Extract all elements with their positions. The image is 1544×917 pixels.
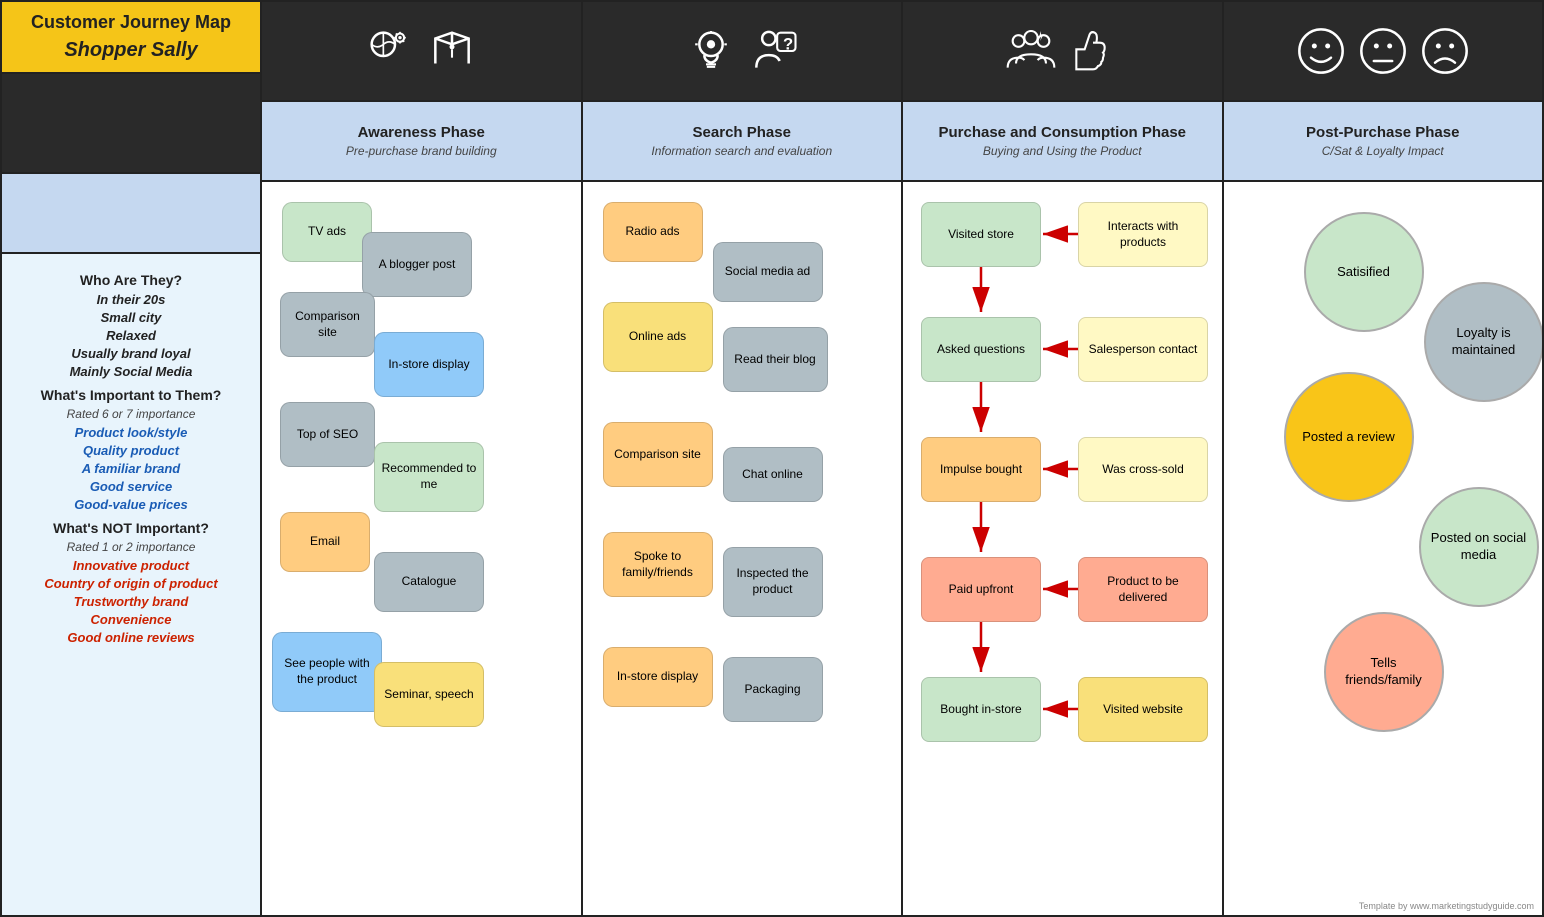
awareness-phase-title: Awareness Phase bbox=[274, 124, 569, 141]
touchpoint-card: Spoke to family/friends bbox=[603, 532, 713, 597]
purchase-card: Paid upfront bbox=[921, 557, 1041, 622]
awareness-icon-1 bbox=[365, 26, 415, 76]
neutral-face-icon bbox=[1358, 26, 1408, 76]
search-icon-2: ? bbox=[748, 26, 798, 76]
profile-phase-header bbox=[2, 174, 260, 254]
touchpoint-card: Email bbox=[280, 512, 370, 572]
profile-item-personality: Relaxed bbox=[14, 328, 248, 343]
touchpoint-card: Top of SEO bbox=[280, 402, 375, 467]
touchpoint-card: Catalogue bbox=[374, 552, 484, 612]
awareness-icons bbox=[262, 2, 581, 102]
purchase-card: Salesperson contact bbox=[1078, 317, 1208, 382]
postpurchase-circle: Tells friends/family bbox=[1324, 612, 1444, 732]
search-column: ? Search Phase Information search and ev… bbox=[583, 2, 904, 915]
purchase-card: Visited website bbox=[1078, 677, 1208, 742]
search-body: Radio adsSocial media adOnline adsRead t… bbox=[583, 182, 902, 915]
awareness-body: TV adsA blogger postComparison siteIn-st… bbox=[262, 182, 581, 915]
touchpoint-card: Radio ads bbox=[603, 202, 703, 262]
touchpoint-card: Packaging bbox=[723, 657, 823, 722]
profile-item-city: Small city bbox=[14, 310, 248, 325]
not-important-rating: Rated 1 or 2 importance bbox=[14, 540, 248, 554]
touchpoint-card: Online ads bbox=[603, 302, 713, 372]
important-item-4: Good service bbox=[14, 479, 248, 494]
search-phase-title: Search Phase bbox=[595, 124, 890, 141]
postpurchase-circle: Satisified bbox=[1304, 212, 1424, 332]
watermark: Template by www.marketingstudyguide.com bbox=[1359, 901, 1534, 911]
awareness-icon-2 bbox=[427, 26, 477, 76]
important-item-1: Product look/style bbox=[14, 425, 248, 440]
persona-name: Shopper Sally bbox=[14, 39, 248, 62]
postpurchase-body: Template by www.marketingstudyguide.com … bbox=[1224, 182, 1543, 915]
postpurchase-icons bbox=[1224, 2, 1543, 102]
purchase-phase-sub: Buying and Using the Product bbox=[915, 144, 1210, 158]
not-important-title: What's NOT Important? bbox=[14, 520, 248, 536]
purchase-icon-2 bbox=[1068, 26, 1118, 76]
search-phase-sub: Information search and evaluation bbox=[595, 144, 890, 158]
awareness-header: Awareness Phase Pre-purchase brand build… bbox=[262, 102, 581, 182]
profile-content: Who Are They? In their 20s Small city Re… bbox=[2, 254, 260, 915]
purchase-card: Visited store bbox=[921, 202, 1041, 267]
purchase-card: Product to be delivered bbox=[1078, 557, 1208, 622]
important-item-3: A familiar brand bbox=[14, 461, 248, 476]
important-rating: Rated 6 or 7 importance bbox=[14, 407, 248, 421]
touchpoint-card: Recommended to me bbox=[374, 442, 484, 512]
purchase-icons bbox=[903, 2, 1222, 102]
touchpoint-card: Comparison site bbox=[280, 292, 375, 357]
profile-item-loyalty: Usually brand loyal bbox=[14, 346, 248, 361]
postpurchase-column: Post-Purchase Phase C/Sat & Loyalty Impa… bbox=[1224, 2, 1543, 915]
profile-icon-area bbox=[2, 74, 260, 174]
purchase-icon-1 bbox=[1006, 26, 1056, 76]
postpurchase-circle: Posted a review bbox=[1284, 372, 1414, 502]
title-area: Customer Journey Map Shopper Sally bbox=[2, 2, 260, 74]
purchase-card: Bought in-store bbox=[921, 677, 1041, 742]
profile-column: Customer Journey Map Shopper Sally Who A… bbox=[2, 2, 262, 915]
touchpoint-card: Social media ad bbox=[713, 242, 823, 302]
main-title: Customer Journey Map bbox=[14, 12, 248, 33]
main-container: Customer Journey Map Shopper Sally Who A… bbox=[0, 0, 1544, 917]
awareness-phase-sub: Pre-purchase brand building bbox=[274, 144, 569, 158]
purchase-phase-title: Purchase and Consumption Phase bbox=[915, 124, 1210, 141]
postpurchase-circle: Posted on social media bbox=[1419, 487, 1539, 607]
purchase-header: Purchase and Consumption Phase Buying an… bbox=[903, 102, 1222, 182]
awareness-column: Awareness Phase Pre-purchase brand build… bbox=[262, 2, 583, 915]
touchpoint-card: A blogger post bbox=[362, 232, 472, 297]
touchpoint-card: Chat online bbox=[723, 447, 823, 502]
touchpoint-card: In-store display bbox=[603, 647, 713, 707]
touchpoint-card: In-store display bbox=[374, 332, 484, 397]
important-item-5: Good-value prices bbox=[14, 497, 248, 512]
search-icon-1 bbox=[686, 26, 736, 76]
touchpoint-card: TV ads bbox=[282, 202, 372, 262]
not-important-item-2: Country of origin of product bbox=[14, 576, 248, 591]
purchase-column: Purchase and Consumption Phase Buying an… bbox=[903, 2, 1224, 915]
profile-item-media: Mainly Social Media bbox=[14, 364, 248, 379]
who-title: Who Are They? bbox=[14, 272, 248, 288]
purchase-card: Impulse bought bbox=[921, 437, 1041, 502]
touchpoint-card: See people with the product bbox=[272, 632, 382, 712]
purchase-card: Was cross-sold bbox=[1078, 437, 1208, 502]
not-important-item-4: Convenience bbox=[14, 612, 248, 627]
profile-item-age: In their 20s bbox=[14, 292, 248, 307]
search-icons: ? bbox=[583, 2, 902, 102]
not-important-item-3: Trustworthy brand bbox=[14, 594, 248, 609]
not-important-item-5: Good online reviews bbox=[14, 630, 248, 645]
sad-face-icon bbox=[1420, 26, 1470, 76]
touchpoint-card: Read their blog bbox=[723, 327, 828, 392]
important-item-2: Quality product bbox=[14, 443, 248, 458]
purchase-card: Asked questions bbox=[921, 317, 1041, 382]
important-title: What's Important to Them? bbox=[14, 387, 248, 403]
postpurchase-phase-title: Post-Purchase Phase bbox=[1236, 124, 1531, 141]
purchase-body: Visited store Interacts with products Aske… bbox=[903, 182, 1222, 915]
postpurchase-circle: Loyalty is maintained bbox=[1424, 282, 1543, 402]
postpurchase-phase-sub: C/Sat & Loyalty Impact bbox=[1236, 144, 1531, 158]
purchase-card: Interacts with products bbox=[1078, 202, 1208, 267]
touchpoint-card: Seminar, speech bbox=[374, 662, 484, 727]
postpurchase-header: Post-Purchase Phase C/Sat & Loyalty Impa… bbox=[1224, 102, 1543, 182]
touchpoint-card: Comparison site bbox=[603, 422, 713, 487]
touchpoint-card: Inspected the product bbox=[723, 547, 823, 617]
happy-face-icon bbox=[1296, 26, 1346, 76]
not-important-item-1: Innovative product bbox=[14, 558, 248, 573]
search-header: Search Phase Information search and eval… bbox=[583, 102, 902, 182]
